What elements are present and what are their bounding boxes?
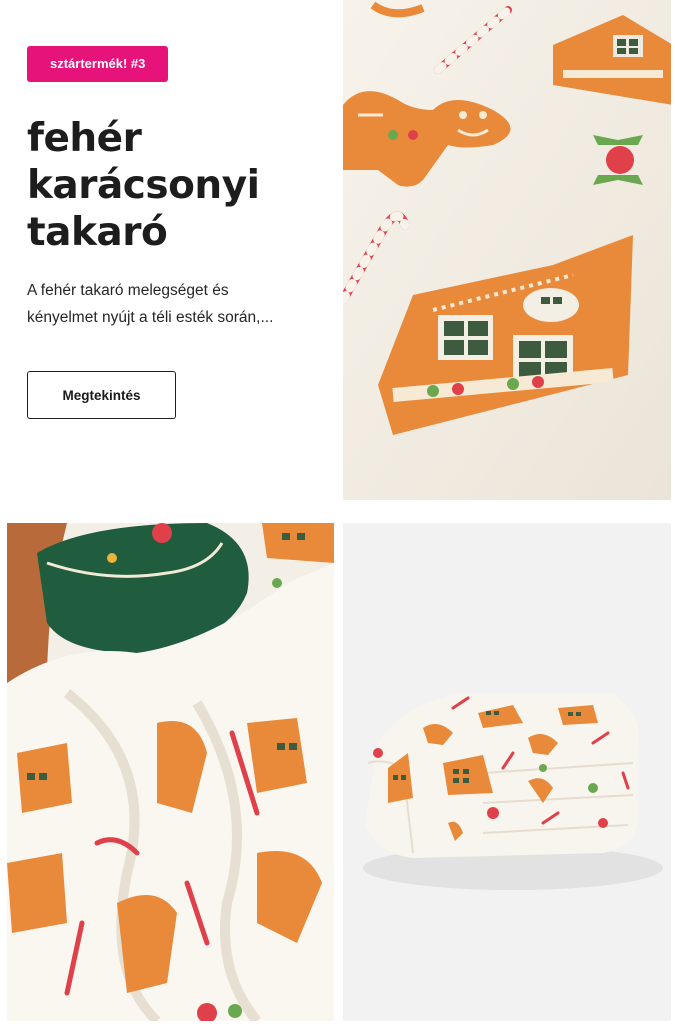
product-image-lifestyle[interactable] [7, 523, 334, 1021]
blanket-with-pillow-image [7, 523, 334, 1021]
product-description: A fehér takaró melegséget és kényelmet n… [27, 277, 312, 331]
product-title-line: takaró [27, 210, 168, 255]
product-description-line: kényelmet nyújt a téli esték során,... [27, 309, 274, 326]
product-info: sztártermék! #3 fehér karácsonyi takaró … [27, 46, 327, 419]
gingerbread-pattern-image [343, 0, 671, 500]
product-title: fehér karácsonyi takaró [27, 115, 327, 256]
featured-product: sztártermék! #3 fehér karácsonyi takaró … [0, 0, 675, 1021]
bestseller-badge: sztártermék! #3 [27, 46, 169, 82]
product-description-line: A fehér takaró melegséget és [27, 282, 229, 299]
product-image-folded[interactable] [343, 523, 671, 1021]
product-title-line: fehér [27, 116, 142, 161]
folded-blanket-image [343, 523, 671, 1021]
product-image-main[interactable] [343, 0, 671, 500]
view-product-button[interactable]: Megtekintés [27, 371, 176, 419]
product-title-line: karácsonyi [27, 163, 260, 208]
